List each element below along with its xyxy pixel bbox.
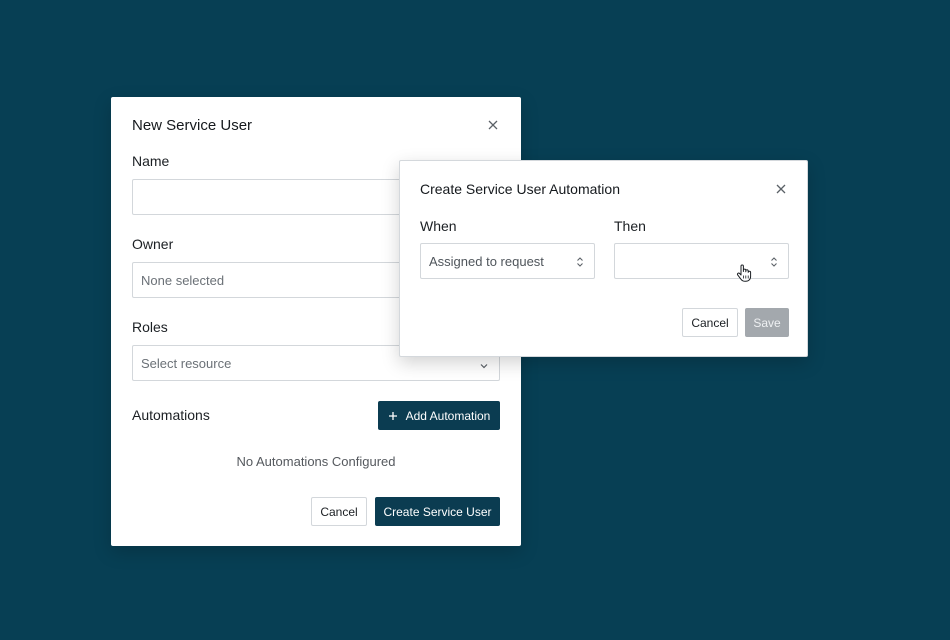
modal-title: New Service User	[132, 117, 253, 134]
create-label: Create Service User	[383, 504, 492, 519]
cancel-button[interactable]: Cancel	[682, 308, 738, 337]
save-label: Save	[753, 315, 781, 330]
empty-automations-message: No Automations Configured	[236, 454, 396, 469]
plus-icon	[388, 411, 398, 421]
close-icon[interactable]	[486, 118, 500, 132]
create-service-user-button[interactable]: Create Service User	[375, 497, 500, 526]
owner-label: Owner	[132, 236, 174, 252]
name-label: Name	[132, 153, 170, 169]
when-value: Assigned to request	[429, 254, 544, 269]
dialog-title: Create Service User Automation	[420, 181, 620, 197]
chevron-down-icon	[479, 358, 489, 376]
add-automation-label: Add Automation	[405, 408, 491, 423]
cancel-button[interactable]: Cancel	[311, 497, 367, 526]
create-automation-dialog: Create Service User Automation When Assi…	[399, 160, 808, 357]
select-arrows-icon	[575, 255, 585, 273]
save-button[interactable]: Save	[745, 308, 789, 337]
add-automation-button[interactable]: Add Automation	[378, 401, 500, 430]
when-label: When	[420, 218, 457, 234]
owner-placeholder: None selected	[141, 273, 225, 288]
select-arrows-icon	[769, 255, 779, 273]
roles-label: Roles	[132, 319, 168, 335]
then-select[interactable]	[614, 243, 789, 282]
roles-placeholder: Select resource	[141, 356, 232, 371]
cancel-label: Cancel	[320, 504, 358, 519]
when-select[interactable]: Assigned to request	[420, 243, 595, 279]
hand-pointer-icon	[735, 263, 753, 288]
cancel-label: Cancel	[691, 315, 729, 330]
then-label: Then	[614, 218, 646, 234]
automations-label: Automations	[132, 407, 210, 423]
close-icon[interactable]	[774, 182, 788, 196]
